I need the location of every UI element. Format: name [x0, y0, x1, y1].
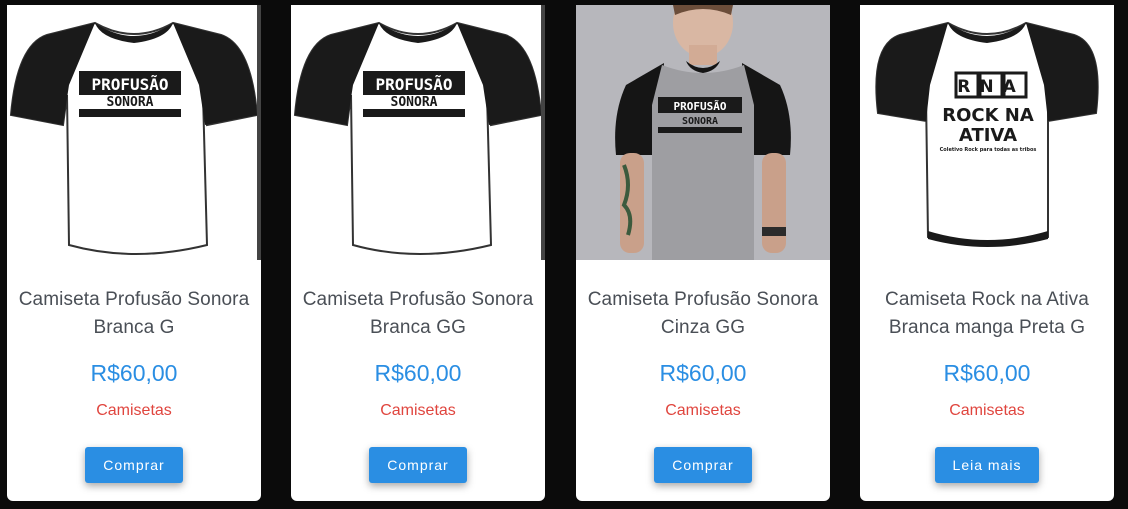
buy-button[interactable]: Comprar: [85, 447, 183, 483]
model-photo: PROFUSÃO SONORA: [576, 5, 830, 260]
buy-button[interactable]: Comprar: [369, 447, 467, 483]
product-card: PROFUSÃO SONORA Camiseta Profusão Sonora…: [7, 5, 261, 501]
product-price: R$60,00: [90, 360, 178, 386]
product-category-link[interactable]: Camisetas: [291, 401, 545, 421]
read-more-button[interactable]: Leia mais: [934, 447, 1040, 483]
print-top: RNA: [957, 77, 1024, 97]
product-price: R$60,00: [943, 360, 1031, 386]
product-card: PROFUSÃO SONORA Camiseta Profusão Sonora…: [291, 5, 545, 501]
product-price: R$60,00: [659, 360, 747, 386]
product-image[interactable]: RNA ROCK NA ATIVA Coletivo Rock para tod…: [860, 5, 1114, 260]
image-edge: [541, 5, 545, 260]
print-bottom: ATIVA: [959, 125, 1017, 146]
tshirt-image: PROFUSÃO SONORA: [293, 21, 543, 255]
print-top: PROFUSÃO: [91, 75, 168, 94]
print-middle: ROCK NA: [942, 105, 1034, 126]
product-card: RNA ROCK NA ATIVA Coletivo Rock para tod…: [860, 5, 1114, 501]
print-tagline: Coletivo Rock para todas as tribos: [940, 147, 1037, 153]
product-title[interactable]: Camiseta Profusão Sonora Branca GG: [299, 286, 537, 342]
image-edge: [257, 5, 261, 260]
product-category-link[interactable]: Camisetas: [576, 401, 830, 421]
print-top: PROFUSÃO: [674, 100, 727, 113]
product-card: PROFUSÃO SONORA Camiseta Profusão Sonora…: [576, 5, 830, 501]
tshirt-image: PROFUSÃO SONORA: [9, 21, 259, 255]
print-top: PROFUSÃO: [375, 75, 452, 94]
product-title[interactable]: Camiseta Profusão Sonora Cinza GG: [584, 286, 822, 342]
print-bottom: SONORA: [682, 116, 718, 127]
product-image[interactable]: PROFUSÃO SONORA: [7, 5, 261, 260]
product-category-link[interactable]: Camisetas: [860, 401, 1114, 421]
buy-button[interactable]: Comprar: [654, 447, 752, 483]
product-title[interactable]: Camiseta Profusão Sonora Branca G: [15, 286, 253, 342]
product-image[interactable]: PROFUSÃO SONORA: [576, 5, 830, 260]
print-bottom: SONORA: [391, 95, 438, 110]
product-grid: PROFUSÃO SONORA Camiseta Profusão Sonora…: [0, 0, 1128, 509]
product-image[interactable]: PROFUSÃO SONORA: [291, 5, 545, 260]
print-bottom: SONORA: [107, 95, 154, 110]
tshirt-image: RNA ROCK NA ATIVA Coletivo Rock para tod…: [875, 21, 1099, 247]
product-price: R$60,00: [374, 360, 462, 386]
product-category-link[interactable]: Camisetas: [7, 401, 261, 421]
product-title[interactable]: Camiseta Rock na Ativa Branca manga Pret…: [868, 286, 1106, 342]
